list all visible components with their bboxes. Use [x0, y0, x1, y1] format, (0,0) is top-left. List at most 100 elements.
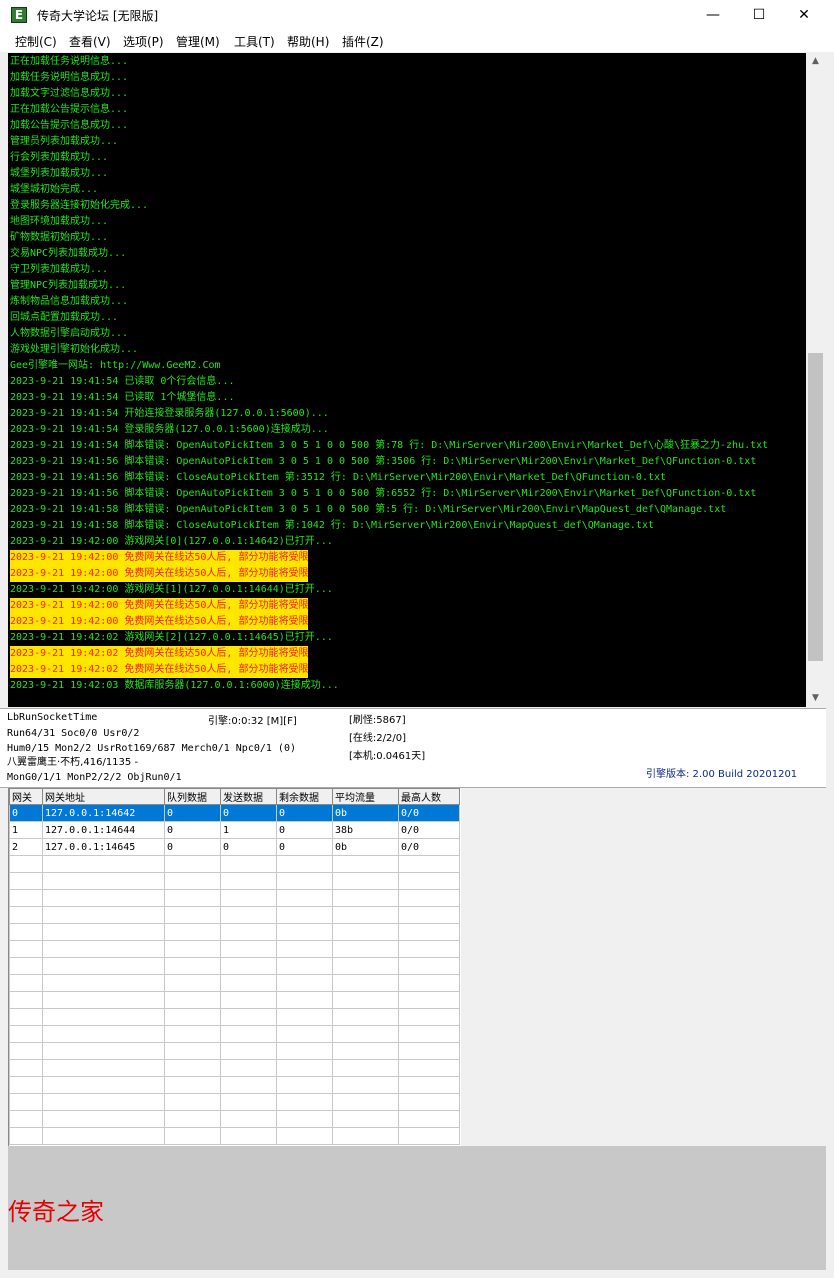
table-row[interactable]: 1 127.0.0.1:14644 0 1 0 38b 0/0 — [9, 821, 460, 839]
table-cell — [220, 991, 277, 1009]
table-cell — [9, 940, 43, 958]
status-engine-time: 引擎:0:0:32 [M][F] — [208, 716, 297, 727]
table-cell — [332, 1127, 399, 1145]
log-line-warning: 2023-9-21 19:42:00 免费网关在线达50人后, 部分功能将受限 — [10, 614, 309, 630]
menu-help[interactable]: 帮助(H) — [287, 33, 329, 50]
table-cell — [9, 1076, 43, 1094]
table-cell: 38b — [332, 821, 399, 839]
table-cell: 127.0.0.1:14642 — [42, 804, 165, 822]
column-header[interactable]: 发送数据 — [220, 788, 277, 805]
status-local: [本机:0.0461天] — [349, 751, 426, 762]
maximize-button[interactable]: ☐ — [736, 0, 782, 30]
table-cell — [42, 1076, 165, 1094]
log-line: 矿物数据初始成功... — [10, 232, 109, 243]
table-row-empty — [9, 906, 460, 924]
table-cell — [276, 872, 333, 890]
table-cell — [398, 1076, 460, 1094]
table-cell — [164, 1110, 221, 1128]
table-cell — [220, 974, 277, 992]
table-row-empty — [9, 974, 460, 992]
column-header[interactable]: 队列数据 — [164, 788, 221, 805]
scroll-down-icon[interactable]: ▼ — [806, 690, 825, 707]
column-header[interactable]: 网关地址 — [42, 788, 165, 805]
scroll-thumb[interactable] — [808, 353, 823, 661]
table-cell — [220, 872, 277, 890]
log-line: 2023-9-21 19:41:56 脚本错误: OpenAutoPickIte… — [10, 456, 757, 467]
table-cell — [220, 1042, 277, 1060]
table-cell — [276, 1127, 333, 1145]
gateway-grid[interactable]: 网关 网关地址 队列数据 发送数据 剩余数据 平均流量 最高人数 0 127.0.0.1:14… — [8, 788, 461, 1146]
table-cell: 0 — [164, 804, 221, 822]
log-line: 加载文字过滤信息成功... — [10, 88, 129, 99]
status-socket-time: LbRunSocketTime — [7, 712, 98, 723]
menu-plugins[interactable]: 插件(Z) — [342, 33, 384, 50]
table-cell — [164, 923, 221, 941]
table-cell — [276, 1110, 333, 1128]
table-cell — [276, 855, 333, 873]
log-line: 正在加载公告提示信息... — [10, 104, 129, 115]
table-cell — [9, 991, 43, 1009]
menu-control[interactable]: 控制(C) — [15, 33, 57, 50]
table-cell — [220, 1008, 277, 1026]
table-cell — [398, 1025, 460, 1043]
menu-tools[interactable]: 工具(T) — [234, 33, 275, 50]
log-line: 城堡列表加载成功... — [10, 168, 109, 179]
log-line: 2023-9-21 19:41:56 脚本错误: CloseAutoPickIt… — [10, 472, 667, 483]
table-cell — [220, 957, 277, 975]
menu-manage[interactable]: 管理(M) — [176, 33, 220, 50]
log-line: 行会列表加载成功... — [10, 152, 109, 163]
scroll-up-icon[interactable]: ▲ — [806, 53, 825, 70]
column-header[interactable]: 剩余数据 — [276, 788, 333, 805]
table-cell: 0 — [9, 804, 43, 822]
log-line: 2023-9-21 19:41:54 已读取 0个行会信息... — [10, 376, 235, 387]
menu-options[interactable]: 选项(P) — [123, 33, 164, 50]
table-cell — [9, 1093, 43, 1111]
log-line: 2023-9-21 19:41:54 开始连接登录服务器(127.0.0.1:5… — [10, 408, 329, 419]
column-header[interactable]: 最高人数 — [398, 788, 460, 805]
table-row[interactable]: 0 127.0.0.1:14642 0 0 0 0b 0/0 — [9, 804, 460, 822]
table-row-empty — [9, 1127, 460, 1145]
menu-view[interactable]: 查看(V) — [69, 33, 111, 50]
table-cell — [164, 940, 221, 958]
table-cell — [398, 940, 460, 958]
table-cell — [9, 923, 43, 941]
table-cell — [220, 855, 277, 873]
table-cell — [332, 940, 399, 958]
table-cell: 0 — [276, 838, 333, 856]
status-online: [在线:2/2/0] — [349, 733, 406, 744]
log-line-warning: 2023-9-21 19:42:00 免费网关在线达50人后, 部分功能将受限 — [10, 598, 309, 614]
table-cell — [164, 1059, 221, 1077]
table-row-empty — [9, 872, 460, 890]
status-mong: MonG0/1/1 MonP2/2/2 ObjRun0/1 — [7, 772, 182, 783]
log-line: 加载任务说明信息成功... — [10, 72, 129, 83]
table-cell — [332, 906, 399, 924]
log-line: 交易NPC列表加载成功... — [10, 248, 127, 259]
gateway-table: 网关 网关地址 队列数据 发送数据 剩余数据 平均流量 最高人数 0 127.0.0.1:14… — [9, 788, 460, 1145]
console-log[interactable]: 正在加载任务说明信息... 加载任务说明信息成功... 加载文字过滤信息成功... 正… — [8, 53, 806, 707]
empty-panel — [8, 1146, 826, 1270]
table-cell — [332, 1025, 399, 1043]
title-bar: E 传奇大学论坛 [无限版] — ☐ ✕ — [0, 0, 834, 31]
table-row[interactable]: 2 127.0.0.1:14645 0 0 0 0b 0/0 — [9, 838, 460, 856]
table-cell — [276, 940, 333, 958]
table-cell: 0/0 — [398, 804, 460, 822]
table-cell — [220, 1093, 277, 1111]
log-line: 正在加载任务说明信息... — [10, 56, 129, 67]
table-cell — [220, 889, 277, 907]
table-cell — [9, 1008, 43, 1026]
table-cell — [164, 1076, 221, 1094]
menu-bar: 控制(C) 查看(V) 选项(P) 管理(M) 工具(T) 帮助(H) 插件(Z… — [0, 30, 834, 52]
table-cell — [9, 1042, 43, 1060]
table-cell — [164, 1025, 221, 1043]
close-button[interactable]: ✕ — [781, 0, 827, 30]
table-cell — [332, 1110, 399, 1128]
table-cell — [42, 872, 165, 890]
log-line: 2023-9-21 19:41:58 脚本错误: OpenAutoPickIte… — [10, 504, 727, 515]
table-cell: 0/0 — [398, 838, 460, 856]
console-scrollbar[interactable]: ▲ ▼ — [806, 53, 825, 707]
minimize-button[interactable]: — — [690, 0, 736, 30]
table-cell — [164, 1008, 221, 1026]
column-header[interactable]: 网关 — [9, 788, 43, 805]
table-row-empty — [9, 855, 460, 873]
column-header[interactable]: 平均流量 — [332, 788, 399, 805]
